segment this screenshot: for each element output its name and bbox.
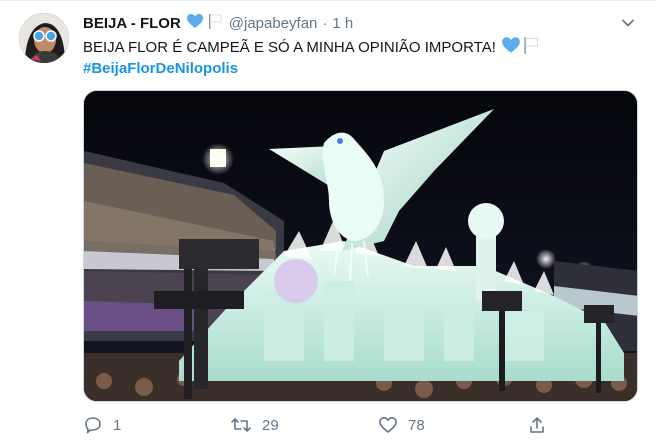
white-flag-icon — [206, 12, 224, 34]
retweet-button[interactable]: 29 — [230, 414, 279, 436]
reply-count: 1 — [113, 416, 122, 434]
share-icon — [530, 417, 544, 433]
carnival-photo — [84, 91, 637, 401]
user-handle[interactable]: @japabeyfan — [229, 15, 318, 32]
display-name[interactable]: BEIJA - FLOR — [83, 15, 181, 32]
blue-heart-icon — [501, 36, 521, 60]
tweet[interactable]: BEIJA - FLOR @japabeyfan · 1 h BEIJA FLO… — [0, 0, 656, 445]
hashtag-link[interactable]: #BeijaFlorDeNilopolis — [83, 59, 238, 79]
reply-button[interactable]: 1 — [83, 414, 121, 436]
like-icon — [379, 417, 397, 433]
tweet-media-image[interactable] — [83, 90, 638, 402]
tweet-text-content: BEIJA FLOR É CAMPEÃ E SÓ A MINHA OPINIÃO… — [83, 39, 496, 56]
timestamp[interactable]: 1 h — [332, 15, 353, 32]
share-button[interactable] — [527, 414, 557, 436]
retweet-icon — [231, 418, 251, 432]
like-count: 78 — [408, 416, 425, 434]
tweet-actions: 1 29 78 — [83, 414, 563, 436]
reply-icon — [85, 417, 101, 434]
avatar-image — [19, 13, 69, 63]
separator-dot: · — [322, 14, 328, 32]
blue-heart-icon — [186, 13, 204, 33]
like-button[interactable]: 78 — [378, 414, 425, 436]
retweet-count: 29 — [262, 416, 279, 434]
white-flag-icon — [521, 35, 541, 61]
chevron-down-icon[interactable] — [620, 15, 636, 31]
tweet-header: BEIJA - FLOR @japabeyfan · 1 h — [83, 13, 353, 33]
tweet-text: BEIJA FLOR É CAMPEÃ E SÓ A MINHA OPINIÃO… — [83, 35, 643, 61]
avatar[interactable] — [19, 13, 69, 63]
